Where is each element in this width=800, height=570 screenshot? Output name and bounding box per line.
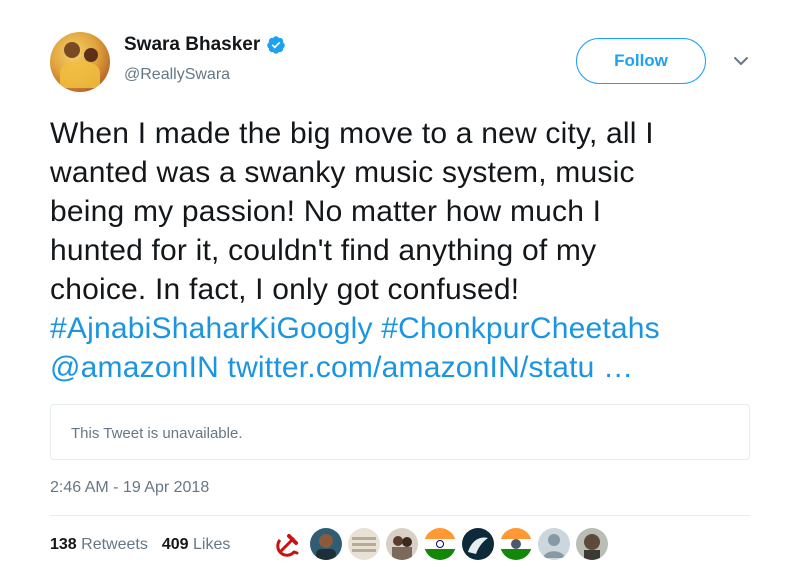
liker-avatars: [272, 528, 608, 560]
quoted-tweet-unavailable: This Tweet is unavailable.: [71, 425, 243, 442]
mention-link[interactable]: @amazonIN: [50, 351, 219, 384]
quoted-tweet-box[interactable]: This Tweet is unavailable.: [50, 404, 750, 460]
user-avatar[interactable]: [500, 528, 532, 560]
retweets-label: Retweets: [81, 536, 148, 553]
retweets-count: 138: [50, 536, 77, 553]
url-link[interactable]: twitter.com/amazonIN/statu …: [228, 351, 634, 384]
tweet-stats: 138 Retweets 409 Likes: [50, 536, 230, 554]
user-avatar[interactable]: [348, 528, 380, 560]
tweet-line: When I made the big move to a new city, …: [50, 117, 654, 150]
tweet-line: being my passion! No matter how much I: [50, 195, 602, 228]
divider: [50, 515, 750, 516]
user-avatar[interactable]: [386, 528, 418, 560]
author-name[interactable]: Swara Bhasker: [124, 34, 260, 56]
tweet-line: wanted was a swanky music system, music: [50, 156, 635, 189]
tweet-text: When I made the big move to a new city, …: [50, 114, 770, 387]
author-name-row[interactable]: Swara Bhasker: [124, 34, 286, 56]
user-avatar[interactable]: [576, 528, 608, 560]
tweet-line: choice. In fact, I only got confused!: [50, 273, 520, 306]
likes-label: Likes: [193, 536, 231, 553]
author-handle[interactable]: @ReallySwara: [124, 66, 230, 84]
user-avatar[interactable]: [462, 528, 494, 560]
likes-stat[interactable]: 409 Likes: [162, 536, 231, 554]
default-avatar[interactable]: [538, 528, 570, 560]
tweet-timestamp[interactable]: 2:46 AM - 19 Apr 2018: [50, 479, 209, 497]
hashtag-link[interactable]: #ChonkpurCheetahs: [381, 312, 660, 345]
hashtag-link[interactable]: #AjnabiShaharKiGoogly: [50, 312, 373, 345]
chevron-down-icon[interactable]: [732, 54, 750, 68]
profile-avatar[interactable]: [50, 32, 110, 92]
hashtag-line: #AjnabiShaharKiGoogly #ChonkpurCheetahs: [50, 309, 770, 348]
tweet-line: hunted for it, couldn't find anything of…: [50, 234, 597, 267]
mention-line: @amazonIN twitter.com/amazonIN/statu …: [50, 348, 770, 387]
hammer-sickle-avatar[interactable]: [272, 528, 304, 560]
retweets-stat[interactable]: 138 Retweets: [50, 536, 148, 554]
verified-badge-icon: [267, 36, 285, 54]
india-flag-avatar[interactable]: [424, 528, 456, 560]
likes-count: 409: [161, 536, 189, 553]
follow-button[interactable]: Follow: [576, 38, 706, 84]
user-avatar[interactable]: [310, 528, 342, 560]
